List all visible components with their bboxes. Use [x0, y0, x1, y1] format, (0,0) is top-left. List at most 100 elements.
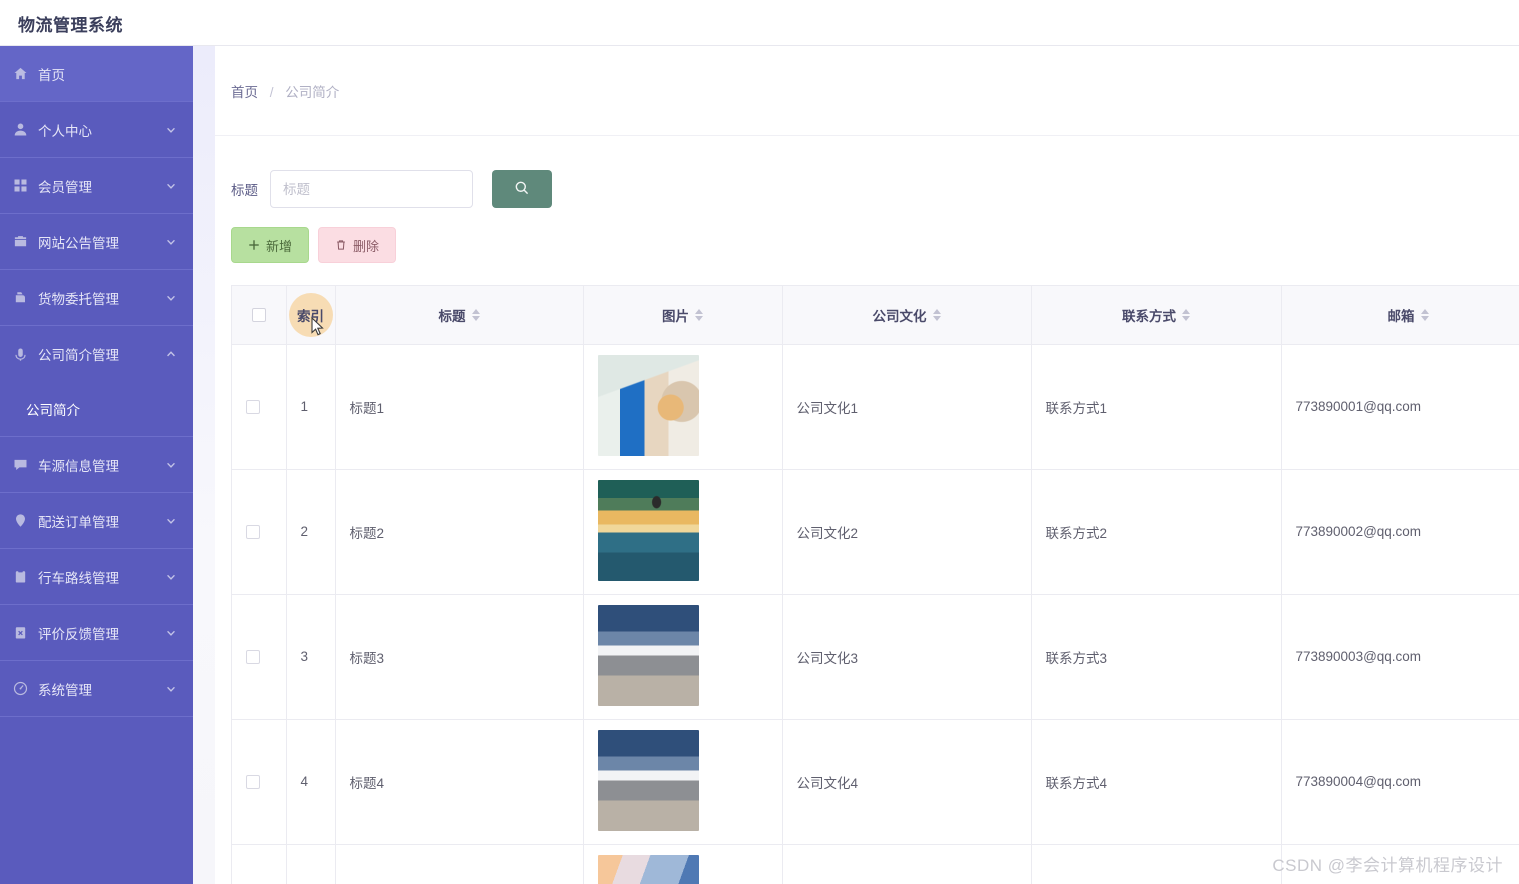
- sort-icon[interactable]: [932, 308, 941, 321]
- row-checkbox-cell: [232, 344, 287, 470]
- cell-index: 1: [286, 344, 336, 470]
- mic-icon: [12, 346, 29, 363]
- cell-email: 773890002@qq.com: [1281, 469, 1519, 595]
- sidebar-item-7[interactable]: 配送订单管理: [0, 493, 193, 549]
- cell-title: 标题1: [335, 344, 584, 470]
- trash-icon: [335, 239, 347, 251]
- row-checkbox[interactable]: [246, 525, 260, 540]
- add-button-label: 新增: [266, 238, 293, 254]
- row-thumbnail[interactable]: [597, 729, 699, 831]
- table-header-label: 邮箱: [1387, 308, 1415, 324]
- table-row[interactable]: 1 标题1 公司文化1 联系方式1 773890001@qq.com: [232, 344, 1519, 470]
- sidebar-item-2[interactable]: 会员管理: [0, 158, 193, 214]
- table-header-label: 索引: [297, 308, 324, 324]
- sidebar-item-1[interactable]: 个人中心: [0, 102, 193, 158]
- cell-culture: 公司文化4: [782, 719, 1032, 845]
- cell-index: 5: [286, 844, 336, 884]
- clipboard-x-icon: [12, 624, 29, 641]
- breadcrumb: 首页 / 公司简介: [231, 81, 339, 101]
- chevron-down-icon: [165, 180, 177, 192]
- cell-email: 773890004@qq.com: [1281, 719, 1519, 845]
- row-checkbox-cell: [232, 719, 287, 845]
- table-header-image[interactable]: 图片: [583, 286, 783, 345]
- sidebar-item-6[interactable]: 车源信息管理: [0, 437, 193, 493]
- sidebar-item-4[interactable]: 货物委托管理: [0, 270, 193, 326]
- sidebar-item-0[interactable]: 首页: [0, 46, 193, 102]
- sidebar-item-label: 个人中心: [38, 123, 92, 139]
- table-head: 索引 标题 图片 公司文化 联系方式 邮箱: [232, 286, 1519, 345]
- select-all-checkbox[interactable]: [251, 308, 266, 323]
- table-header-row: 索引 标题 图片 公司文化 联系方式 邮箱: [232, 286, 1519, 345]
- cell-culture: 公司文化2: [782, 469, 1032, 595]
- sidebar-content-gap: [193, 46, 215, 884]
- cell-image: [583, 719, 783, 845]
- watermark: CSDN @李会计算机程序设计: [1272, 856, 1503, 875]
- breadcrumb-card: 首页 / 公司简介: [215, 46, 1519, 136]
- sidebar-item-8[interactable]: 行车路线管理: [0, 549, 193, 605]
- delete-button[interactable]: 删除: [318, 227, 397, 263]
- cell-contact: 联系方式1: [1031, 344, 1282, 470]
- briefcase-icon: [12, 233, 29, 250]
- cell-contact: 联系方式4: [1031, 719, 1282, 845]
- breadcrumb-home[interactable]: 首页: [231, 85, 258, 100]
- table-header-email[interactable]: 邮箱: [1281, 286, 1519, 345]
- cell-image: [583, 344, 783, 470]
- breadcrumb-current: 公司简介: [285, 84, 340, 100]
- sidebar-item-9[interactable]: 评价反馈管理: [0, 605, 193, 661]
- breadcrumb-separator: /: [269, 84, 274, 100]
- sidebar-item-10[interactable]: 系统管理: [0, 661, 193, 717]
- chevron-down-icon: [165, 292, 177, 304]
- table-header-index: 索引: [286, 286, 336, 345]
- cell-culture: 公司文化3: [782, 594, 1032, 720]
- chevron-up-icon: [165, 348, 177, 360]
- table-header-checkbox: [232, 286, 287, 345]
- sidebar-item-label: 网站公告管理: [38, 235, 119, 251]
- search-label: 标题: [231, 183, 258, 198]
- table-header-culture[interactable]: 公司文化: [782, 286, 1032, 345]
- sort-icon[interactable]: [1182, 308, 1190, 321]
- sort-icon[interactable]: [695, 308, 703, 321]
- toolbar: 新增 删除: [215, 208, 1519, 263]
- add-button[interactable]: 新增: [231, 227, 310, 263]
- row-checkbox[interactable]: [246, 775, 260, 790]
- row-thumbnail[interactable]: [597, 479, 699, 581]
- sort-icon[interactable]: [471, 308, 480, 321]
- table-header-inner: 联系方式: [1122, 305, 1190, 325]
- main-content: 首页 / 公司简介 标题 标题 新增 删除 索引 标题 图片 公司文化 联系方式…: [215, 46, 1519, 884]
- table-row[interactable]: 4 标题4 公司文化4 联系方式4 773890004@qq.com: [232, 719, 1519, 845]
- sidebar-item-label: 车源信息管理: [38, 458, 119, 474]
- table-header-title[interactable]: 标题: [335, 286, 584, 345]
- cell-title: 标题2: [335, 469, 584, 595]
- chevron-down-icon: [165, 627, 177, 639]
- search-input[interactable]: [270, 170, 473, 208]
- bag-icon: [12, 289, 29, 306]
- row-checkbox[interactable]: [246, 400, 260, 415]
- row-checkbox-cell: [232, 469, 287, 595]
- app-header: 物流管理系统: [0, 0, 1519, 46]
- table-row[interactable]: 3 标题3 公司文化3 联系方式3 773890003@qq.com: [232, 594, 1519, 720]
- table-row[interactable]: 2 标题2 公司文化2 联系方式2 773890002@qq.com: [232, 469, 1519, 595]
- sidebar-item-label: 行车路线管理: [38, 570, 119, 586]
- sidebar-item-3[interactable]: 网站公告管理: [0, 214, 193, 270]
- search-button[interactable]: [492, 170, 552, 208]
- row-thumbnail[interactable]: [597, 354, 699, 456]
- sidebar-item-label: 配送订单管理: [38, 514, 119, 530]
- plus-icon: [248, 239, 260, 251]
- chevron-down-icon: [165, 515, 177, 527]
- sidebar-item-5[interactable]: 公司简介管理: [0, 326, 193, 382]
- sidebar-subitem-5-0[interactable]: 公司简介: [0, 382, 193, 436]
- row-thumbnail[interactable]: [597, 854, 699, 884]
- row-checkbox[interactable]: [246, 650, 260, 665]
- table-header-inner: 索引: [297, 305, 324, 325]
- table-header-contact[interactable]: 联系方式: [1031, 286, 1282, 345]
- cell-contact: 联系方式2: [1031, 469, 1282, 595]
- sort-icon[interactable]: [1420, 308, 1429, 321]
- row-checkbox-cell: [232, 594, 287, 720]
- table-header-inner: 公司文化: [873, 305, 941, 325]
- cell-title: [335, 844, 584, 884]
- data-table-wrapper: 索引 标题 图片 公司文化 联系方式 邮箱 1 标题1 公司文化1 联系方式1 773890001…: [231, 285, 1519, 884]
- cell-index: 2: [286, 469, 336, 595]
- row-thumbnail[interactable]: [597, 604, 699, 706]
- gauge-icon: [12, 680, 29, 697]
- cell-contact: [1031, 844, 1282, 884]
